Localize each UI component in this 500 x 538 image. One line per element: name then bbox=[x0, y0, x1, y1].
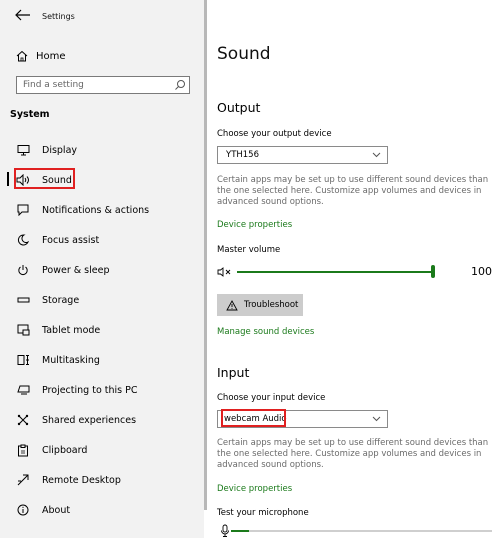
sidebar-item-remote-desktop[interactable]: Remote Desktop bbox=[10, 470, 200, 490]
tablet-icon bbox=[16, 323, 30, 337]
notification-icon bbox=[16, 203, 30, 217]
sidebar-item-tablet-mode[interactable]: Tablet mode bbox=[10, 320, 200, 340]
volume-value: 100 bbox=[471, 265, 492, 278]
back-arrow-icon[interactable] bbox=[15, 9, 31, 21]
troubleshoot-button[interactable]: Troubleshoot bbox=[217, 294, 303, 316]
section-label-system: System bbox=[10, 109, 50, 120]
sidebar-item-power-sleep[interactable]: Power & sleep bbox=[10, 260, 200, 280]
input-description: Certain apps may be set up to use differ… bbox=[217, 438, 489, 470]
selected-indicator bbox=[7, 172, 9, 186]
input-device-label: Choose your input device bbox=[217, 393, 326, 403]
page-title: Sound bbox=[217, 44, 271, 64]
volume-slider-thumb[interactable] bbox=[431, 265, 435, 278]
home-label: Home bbox=[36, 50, 66, 62]
sidebar-item-shared-experiences[interactable]: Shared experiences bbox=[10, 410, 200, 430]
search-input[interactable]: Find a setting bbox=[16, 76, 190, 94]
master-volume-label: Master volume bbox=[217, 245, 281, 255]
sidebar-item-focus-assist[interactable]: Focus assist bbox=[10, 230, 200, 250]
volume-slider-track[interactable] bbox=[237, 271, 433, 273]
sidebar-item-label: Notifications & actions bbox=[42, 204, 150, 216]
output-device-select[interactable]: YTH156 bbox=[217, 146, 388, 164]
input-device-highlight-box bbox=[221, 409, 286, 427]
search-icon bbox=[175, 80, 185, 90]
share-icon bbox=[16, 413, 30, 427]
sidebar-item-label: Shared experiences bbox=[42, 414, 137, 426]
sidebar-item-multitasking[interactable]: Multitasking bbox=[10, 350, 200, 370]
output-device-label: Choose your output device bbox=[217, 129, 332, 139]
output-description: Certain apps may be set up to use differ… bbox=[217, 175, 489, 207]
info-icon bbox=[16, 503, 30, 517]
microphone-level-bar bbox=[231, 530, 249, 532]
chevron-down-icon bbox=[372, 416, 381, 422]
sidebar-item-storage[interactable]: Storage bbox=[10, 290, 200, 310]
projector-icon bbox=[16, 383, 30, 397]
chevron-down-icon bbox=[372, 152, 381, 158]
sidebar-item-label: Display bbox=[42, 144, 78, 156]
sidebar-item-label: About bbox=[42, 504, 71, 516]
multitasking-icon bbox=[16, 353, 30, 367]
sidebar-item-display[interactable]: Display bbox=[10, 140, 200, 160]
sidebar-item-label: Storage bbox=[42, 294, 80, 306]
troubleshoot-label: Troubleshoot bbox=[244, 300, 299, 310]
storage-icon bbox=[16, 293, 30, 307]
search-placeholder: Find a setting bbox=[23, 80, 84, 90]
speaker-mute-icon[interactable] bbox=[217, 267, 235, 277]
sidebar-item-label: Clipboard bbox=[42, 444, 88, 456]
power-icon bbox=[16, 263, 30, 277]
input-device-properties-link[interactable]: Device properties bbox=[217, 484, 292, 494]
moon-icon bbox=[16, 233, 30, 247]
sidebar-item-notifications[interactable]: Notifications & actions bbox=[10, 200, 200, 220]
sidebar-item-projecting[interactable]: Projecting to this PC bbox=[10, 380, 200, 400]
input-heading: Input bbox=[217, 365, 250, 380]
sidebar-item-label: Focus assist bbox=[42, 234, 100, 246]
sidebar-item-about[interactable]: About bbox=[10, 500, 200, 520]
sidebar-item-label: Remote Desktop bbox=[42, 474, 121, 486]
monitor-icon bbox=[16, 143, 30, 157]
output-device-properties-link[interactable]: Device properties bbox=[217, 220, 292, 230]
microphone-level-track bbox=[237, 530, 492, 532]
remote-desktop-icon bbox=[16, 473, 30, 487]
manage-sound-devices-link[interactable]: Manage sound devices bbox=[217, 327, 314, 337]
test-microphone-label: Test your microphone bbox=[217, 508, 309, 518]
home-icon bbox=[16, 50, 28, 62]
main-panel: Sound Output Choose your output device Y… bbox=[207, 0, 500, 538]
window-title: Settings bbox=[42, 12, 75, 21]
warning-icon bbox=[226, 299, 238, 310]
sidebar: Settings Home Find a setting System Disp… bbox=[0, 0, 204, 538]
sidebar-item-label: Power & sleep bbox=[42, 264, 110, 276]
sidebar-item-label: Tablet mode bbox=[42, 324, 101, 336]
clipboard-icon bbox=[16, 443, 30, 457]
output-heading: Output bbox=[217, 100, 261, 115]
output-device-value: YTH156 bbox=[226, 150, 259, 160]
sidebar-item-clipboard[interactable]: Clipboard bbox=[10, 440, 200, 460]
home-link[interactable]: Home bbox=[16, 48, 66, 64]
sound-highlight-box bbox=[14, 168, 75, 189]
sidebar-item-label: Multitasking bbox=[42, 354, 100, 366]
title-bar: Settings bbox=[0, 0, 204, 40]
microphone-icon bbox=[221, 524, 229, 537]
sidebar-item-label: Projecting to this PC bbox=[42, 384, 138, 396]
